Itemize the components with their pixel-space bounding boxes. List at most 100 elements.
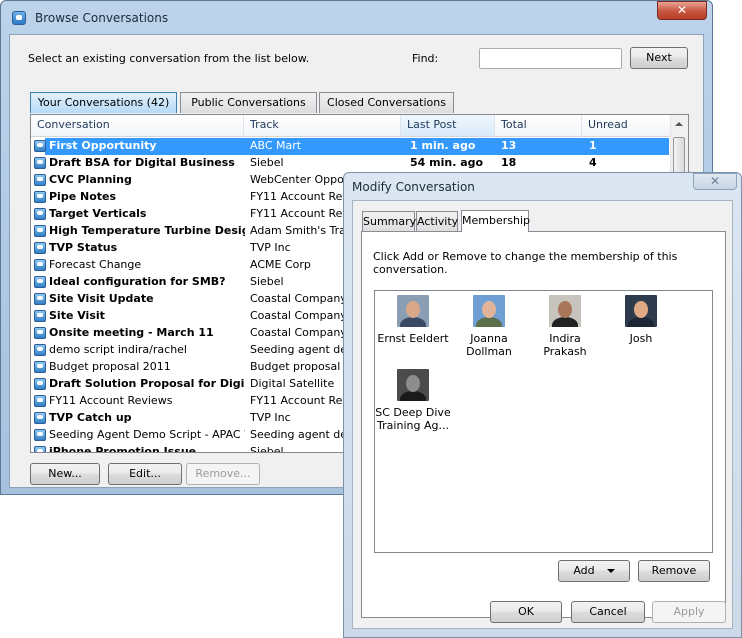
conversation-icon (34, 395, 46, 407)
conversation-name-cell: Site Visit Update (49, 292, 154, 305)
add-label: Add (573, 564, 595, 577)
conversation-name-cell: Budget proposal 2011 (49, 360, 171, 373)
apply-button[interactable]: Apply (652, 601, 726, 623)
column-header-unread[interactable]: Unread (582, 115, 672, 137)
unread-cell: 4 (589, 156, 597, 169)
total-cell: 18 (501, 156, 517, 169)
avatar (473, 295, 505, 327)
conversation-icon (34, 429, 46, 441)
conversation-name-cell: FY11 Account Reviews (49, 394, 173, 407)
conversation-icon (34, 310, 46, 322)
avatar-body (628, 317, 654, 327)
conversation-icon (34, 293, 46, 305)
conversation-name-cell: Draft BSA for Digital Business (49, 156, 235, 169)
chevron-down-icon (606, 569, 615, 573)
conversation-icon (34, 446, 46, 452)
member-name: Josh (629, 332, 653, 345)
conversation-name-cell: Seeding Agent Demo Script - APAC W... (49, 428, 245, 441)
avatar (625, 295, 657, 327)
instruction-text: Select an existing conversation from the… (28, 52, 310, 65)
dialog-close-icon[interactable]: ✕ (693, 173, 737, 190)
track-cell: Siebel (250, 156, 284, 169)
tab-activity[interactable]: Activity (416, 211, 458, 232)
avatar-face (558, 301, 572, 318)
add-button[interactable]: Add (558, 560, 630, 582)
tab-public-conversations[interactable]: Public Conversations (61) (180, 92, 317, 128)
conversation-icon (34, 191, 46, 203)
column-header-last-post[interactable]: Last Post (401, 115, 495, 137)
last-post-cell: 54 min. ago (410, 156, 484, 169)
tab-summary[interactable]: Summary (362, 211, 416, 232)
conversation-icon (34, 157, 46, 169)
find-input[interactable] (479, 48, 622, 69)
column-header-track[interactable]: Track (244, 115, 401, 137)
conversation-name-cell: TVP Catch up (49, 411, 132, 424)
membership-instruction: Click Add or Remove to change the member… (373, 250, 678, 276)
column-header-conversation[interactable]: Conversation (31, 115, 244, 137)
avatar-body (552, 317, 578, 327)
table-row[interactable]: Draft BSA for Digital Business Siebel 54 m… (31, 155, 671, 172)
conversation-name-cell: Pipe Notes (49, 190, 117, 203)
remove-member-button[interactable]: Remove (638, 560, 710, 582)
close-icon[interactable]: ✕ (657, 1, 707, 20)
cancel-button[interactable]: Cancel (571, 601, 645, 623)
last-post-cell: 1 min. ago (410, 139, 476, 152)
avatar-body (476, 317, 502, 327)
next-button[interactable]: Next (630, 47, 688, 69)
dialog-client-area: Summary Activity Membership Click Add or… (352, 200, 733, 629)
conversation-name-cell: TVP Status (49, 241, 118, 254)
conversation-name-cell: Draft Solution Proposal for Digi... (49, 377, 245, 390)
app-icon (12, 11, 26, 25)
avatar-face (634, 301, 648, 318)
member-name: SC Deep Dive Training Ag... (375, 406, 451, 432)
dialog-title: Modify Conversation (352, 180, 475, 194)
ok-button[interactable]: OK (490, 601, 562, 623)
new-button[interactable]: New... (30, 463, 100, 485)
avatar-face (406, 301, 420, 318)
conversation-icon (34, 361, 46, 373)
conversation-icon (34, 327, 46, 339)
conversation-icon (34, 276, 46, 288)
conversation-name-cell: CVC Planning (49, 173, 132, 186)
conversation-icon (34, 344, 46, 356)
avatar (397, 369, 429, 401)
tab-your-conversations[interactable]: Your Conversations (42) (30, 92, 177, 113)
conversation-icon (34, 242, 46, 254)
member-list[interactable]: Ernst Eeldert Joanna Dollman Indira Prakas… (374, 290, 713, 553)
conversation-icon (34, 174, 46, 186)
conversation-name-cell: Forecast Change (49, 258, 142, 271)
tab-closed-conversations[interactable]: Closed Conversations (5) (319, 92, 454, 128)
avatar-body (400, 317, 426, 327)
avatar (549, 295, 581, 327)
member-name: Indira Prakash (543, 332, 587, 358)
conversation-icon (34, 225, 46, 237)
remove-button[interactable]: Remove... (186, 463, 260, 485)
conversation-icon (34, 412, 46, 424)
table-row[interactable]: First Opportunity ABC Mart 1 min. ago 13 1 (31, 138, 671, 155)
conversation-name-cell: iPhone Promotion Issue (49, 445, 197, 453)
total-cell: 13 (501, 139, 517, 152)
tab-membership[interactable]: Membership (461, 210, 530, 232)
window-title: Browse Conversations (35, 11, 169, 25)
conversation-name-cell: First Opportunity (49, 139, 157, 152)
unread-cell: 1 (589, 139, 597, 152)
find-label: Find: (412, 52, 439, 65)
avatar-body (400, 391, 426, 401)
column-header-total[interactable]: Total (495, 115, 582, 137)
conversation-name-cell: Target Verticals (49, 207, 147, 220)
track-cell: ABC Mart (250, 139, 302, 152)
conversation-icon (34, 259, 46, 271)
modify-conversation-dialog: Modify Conversation ✕ Summary Activity M… (343, 172, 742, 638)
conversation-icon (34, 140, 46, 152)
conversation-name-cell: Ideal configuration for SMB? (49, 275, 226, 288)
conversation-name-cell: Onsite meeting - March 11 (49, 326, 214, 339)
avatar-face (406, 375, 420, 392)
avatar-face (482, 301, 496, 318)
conversation-name-cell: High Temperature Turbine Design (49, 224, 245, 237)
edit-button[interactable]: Edit... (108, 463, 182, 485)
browse-titlebar[interactable]: Browse Conversations ✕ (1, 1, 712, 35)
conversation-name-cell: Site Visit (49, 309, 105, 322)
scroll-up-arrow-icon[interactable] (675, 122, 683, 126)
conversation-icon (34, 378, 46, 390)
member-name: Joanna Dollman (466, 332, 512, 358)
